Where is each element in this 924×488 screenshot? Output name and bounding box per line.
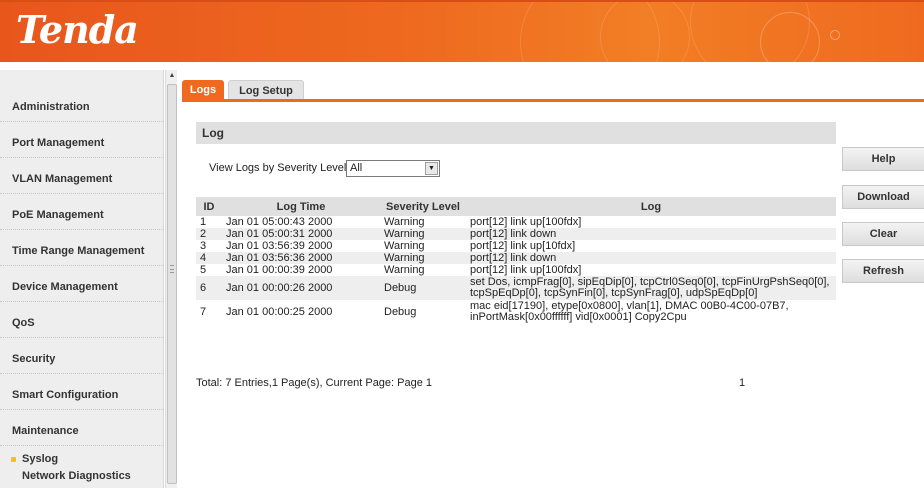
column-header-log-time: Log Time — [222, 197, 380, 216]
active-bullet-icon — [11, 457, 16, 462]
column-header-severity: Severity Level — [380, 197, 466, 216]
cell-severity: Warning — [384, 216, 425, 228]
column-header-id: ID — [196, 197, 222, 216]
severity-selected-value: All — [350, 162, 363, 174]
grip-icon — [170, 265, 174, 273]
sidebar-item-label: Smart Configuration — [12, 389, 119, 401]
sidebar-item-time-range-management[interactable]: Time Range Management — [0, 230, 164, 266]
cell-severity: Debug — [380, 276, 466, 300]
sidebar-subitem-syslog[interactable]: Syslog — [0, 452, 164, 468]
cell-severity: Warning — [384, 264, 425, 276]
cell-log: mac eid[17190], etype[0x0800], vlan[1], … — [470, 300, 789, 323]
sidebar-item-label: Maintenance — [12, 425, 79, 437]
cell-id: 6 — [196, 276, 222, 300]
sidebar-subitem-label: Syslog — [22, 453, 59, 465]
sidebar-item-label: QoS — [12, 317, 35, 329]
cell-log: set Dos, icmpFrag[0], sipEqDip[0], tcpCt… — [466, 276, 836, 300]
section-header: Log — [196, 122, 836, 144]
download-button[interactable]: Download — [842, 185, 924, 209]
sidebar-item-label: PoE Management — [12, 209, 104, 221]
cell-id: 2 — [196, 228, 222, 240]
tenda-logo: Tenda — [16, 7, 139, 52]
sidebar-item-security[interactable]: Security — [0, 338, 164, 374]
severity-level-select[interactable]: All ▼ — [346, 160, 440, 177]
tab-log-setup[interactable]: Log Setup — [228, 80, 304, 100]
section-title: Log — [202, 126, 224, 140]
scroll-up-arrow-icon[interactable]: ▲ — [166, 70, 178, 82]
refresh-button[interactable]: Refresh — [842, 259, 924, 283]
sidebar-item-administration[interactable]: Administration — [0, 86, 164, 122]
cell-log: port[12] link up[100fdx] — [470, 216, 582, 228]
sidebar-subitem-label: Network Diagnostics — [22, 470, 131, 482]
sidebar-item-qos[interactable]: QoS — [0, 302, 164, 338]
cell-severity: Warning — [380, 228, 466, 240]
table-row: 5 Jan 01 00:00:39 2000 Warning port[12] … — [196, 264, 836, 276]
page-link[interactable]: 1 — [739, 377, 745, 389]
sidebar-item-label: Port Management — [12, 137, 105, 149]
tab-underline — [182, 99, 924, 102]
sidebar-scrollbar[interactable]: ▲ — [165, 70, 177, 488]
scrollbar-thumb[interactable] — [167, 84, 177, 484]
pagination-summary: Total: 7 Entries,1 Page(s), Current Page… — [196, 377, 433, 389]
sidebar-item-vlan-management[interactable]: VLAN Management — [0, 158, 164, 194]
sidebar-item-poe-management[interactable]: PoE Management — [0, 194, 164, 230]
help-button[interactable]: Help — [842, 147, 924, 171]
cell-id: 1 — [200, 216, 207, 228]
cell-severity: Warning — [384, 240, 425, 252]
header-banner: Tenda — [0, 0, 924, 62]
cell-id: 5 — [200, 264, 207, 276]
cell-id: 3 — [200, 240, 207, 252]
cell-log-time: Jan 01 05:00:43 2000 — [226, 216, 333, 228]
sidebar-item-label: Time Range Management — [12, 245, 145, 257]
cell-log-time: Jan 01 05:00:31 2000 — [222, 228, 380, 240]
tab-logs[interactable]: Logs — [182, 80, 224, 100]
sidebar-item-port-management[interactable]: Port Management — [0, 122, 164, 158]
decor-circle — [760, 12, 820, 62]
table-row: 1 Jan 01 05:00:43 2000 Warning port[12] … — [196, 216, 836, 228]
decor-circle — [600, 2, 690, 62]
cell-severity: Debug — [384, 305, 417, 318]
sidebar-item-label: Device Management — [12, 281, 118, 293]
decor-circle — [830, 30, 840, 40]
table-row: 7 Jan 01 00:00:25 2000 Debug mac eid[171… — [196, 300, 836, 324]
table-row: 3 Jan 01 03:56:39 2000 Warning port[12] … — [196, 240, 836, 252]
cell-log-time: Jan 01 00:00:39 2000 — [226, 264, 333, 276]
cell-id: 4 — [196, 252, 222, 264]
sidebar-item-label: VLAN Management — [12, 173, 113, 185]
cell-log: port[12] link up[10fdx] — [470, 240, 576, 252]
cell-id: 7 — [200, 305, 207, 318]
severity-filter-label: View Logs by Severity Level: — [209, 162, 350, 174]
sidebar-item-label: Administration — [12, 101, 90, 113]
log-table: ID Log Time Severity Level Log 1 Jan 01 … — [196, 197, 836, 324]
cell-log-time: Jan 01 03:56:39 2000 — [226, 240, 333, 252]
sidebar-item-label: Security — [12, 353, 56, 365]
table-row: 2 Jan 01 05:00:31 2000 Warning port[12] … — [196, 228, 836, 240]
sidebar-subitem-network-diagnostics[interactable]: Network Diagnostics — [0, 469, 164, 485]
cell-log-time: Jan 01 00:00:25 2000 — [226, 305, 333, 318]
cell-severity: Warning — [380, 252, 466, 264]
dropdown-arrow-icon[interactable]: ▼ — [425, 162, 438, 175]
column-header-log: Log — [466, 197, 836, 216]
sidebar-item-device-management[interactable]: Device Management — [0, 266, 164, 302]
cell-log: port[12] link down — [466, 228, 836, 240]
cell-log-time: Jan 01 03:56:36 2000 — [222, 252, 380, 264]
sidebar-item-maintenance[interactable]: Maintenance — [0, 410, 164, 446]
table-row: 4 Jan 01 03:56:36 2000 Warning port[12] … — [196, 252, 836, 264]
cell-log: port[12] link down — [466, 252, 836, 264]
cell-log-time: Jan 01 00:00:26 2000 — [222, 276, 380, 300]
table-header-row: ID Log Time Severity Level Log — [196, 197, 836, 216]
clear-button[interactable]: Clear — [842, 222, 924, 246]
table-row: 6 Jan 01 00:00:26 2000 Debug set Dos, ic… — [196, 276, 836, 300]
cell-log: port[12] link up[100fdx] — [470, 264, 582, 276]
sidebar-item-smart-configuration[interactable]: Smart Configuration — [0, 374, 164, 410]
sidebar-nav: Administration Port Management VLAN Mana… — [0, 70, 164, 488]
